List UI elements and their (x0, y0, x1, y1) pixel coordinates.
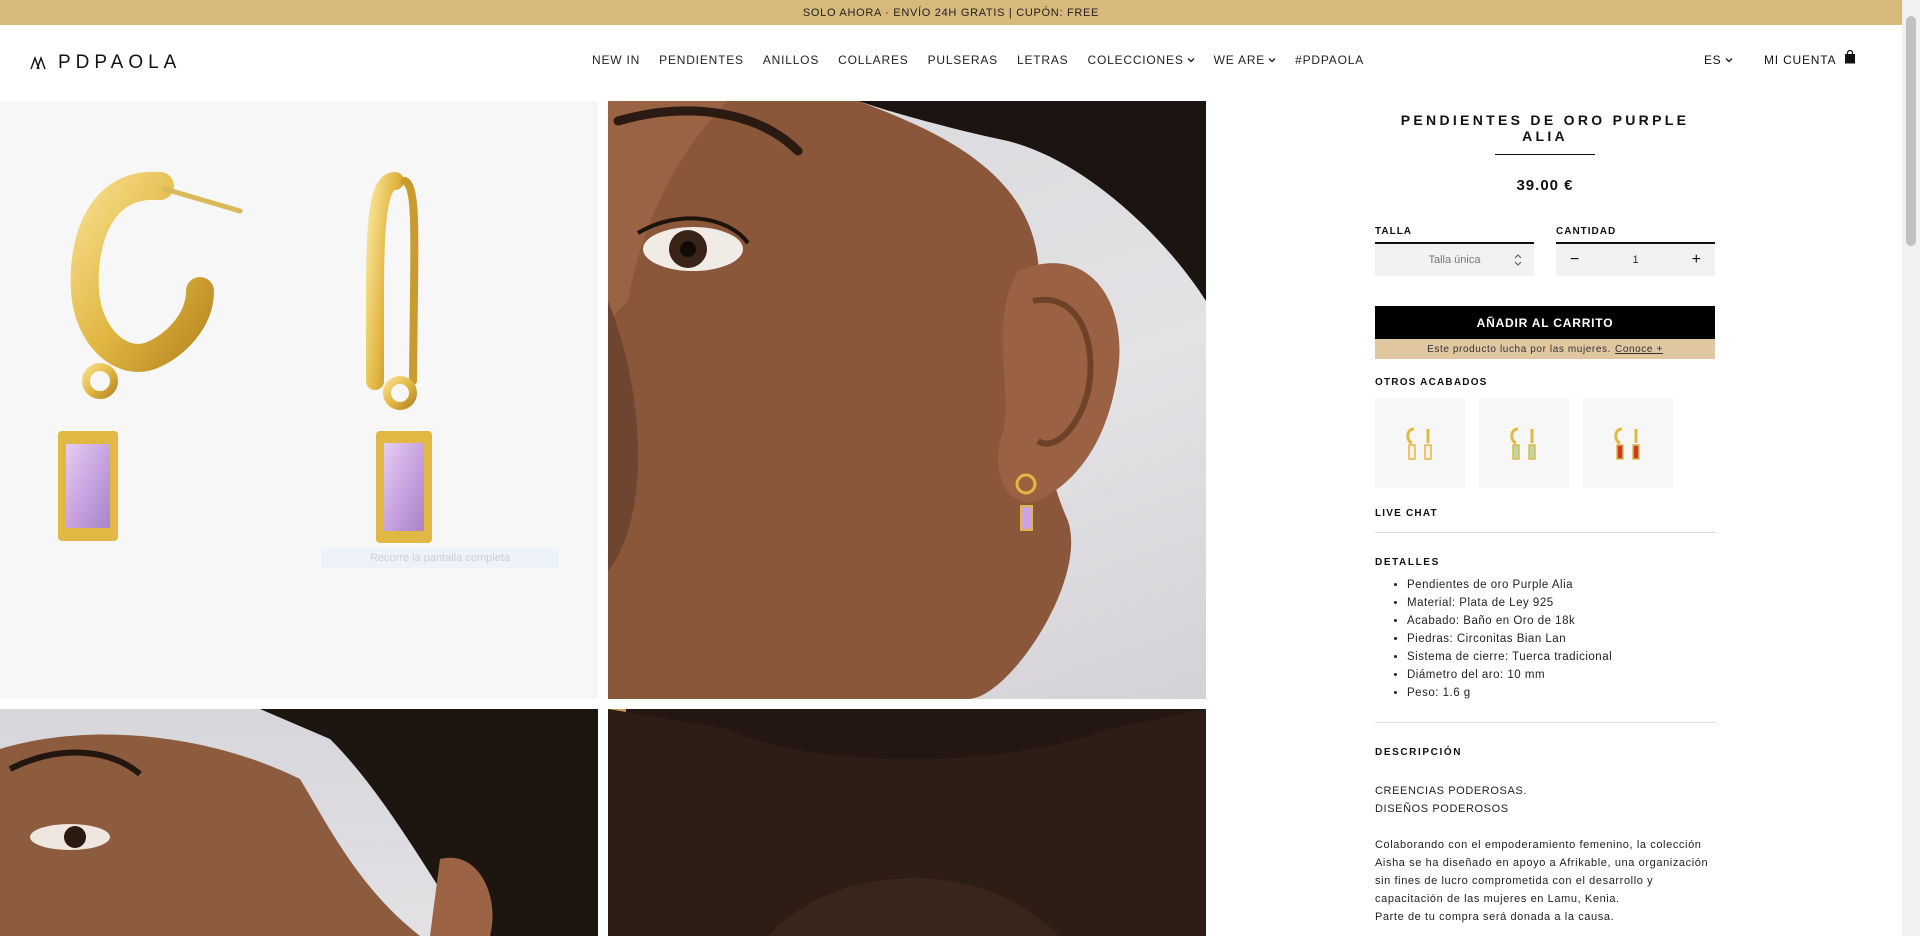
nav-label: #PDPAOLA (1295, 53, 1364, 67)
nav-label: COLECCIONES (1087, 53, 1184, 67)
finish-thumbnail (1406, 427, 1432, 460)
description-paragraph: Colaborando con el empoderamiento femeni… (1375, 839, 1709, 905)
cause-banner: Este producto lucha por las mujeres. Con… (1375, 339, 1715, 359)
nav-item-letras[interactable]: LETRAS (1017, 53, 1068, 67)
nav-label: COLLARES (838, 53, 909, 67)
live-chat-link[interactable]: LIVE CHAT (1375, 508, 1715, 533)
detail-item: Material: Plata de Ley 925 (1407, 594, 1715, 612)
add-to-cart-button[interactable]: AÑADIR AL CARRITO (1375, 306, 1715, 339)
model-side-photo (0, 709, 598, 936)
model-ear-photo (608, 101, 1206, 699)
chevron-down-icon (1725, 58, 1733, 63)
promo-bar: SOLO AHORA · ENVÍO 24H GRATIS | CUPÓN: F… (0, 0, 1902, 25)
model-neck-photo (608, 709, 1206, 936)
language-selector[interactable]: ES (1704, 53, 1733, 67)
nav-label: PENDIENTES (659, 53, 744, 67)
product-price: 39.00 € (1516, 177, 1574, 194)
product-image-model-side[interactable] (0, 709, 598, 936)
nav-item-pdpaola[interactable]: #PDPAOLA (1295, 53, 1364, 67)
nav-label: WE ARE (1213, 53, 1266, 67)
product-options: TALLA Talla única CANTIDAD − 1 + (1375, 226, 1715, 276)
description-line: DISEÑOS PODEROSOS (1375, 803, 1509, 815)
cause-text: Este producto lucha por las mujeres. (1427, 343, 1611, 355)
details-title: DETALLES (1375, 557, 1440, 568)
description-line: CREENCIAS PODEROSAS. (1375, 785, 1527, 797)
nav-item-collares[interactable]: COLLARES (838, 53, 908, 67)
finish-thumbnail (1510, 427, 1536, 460)
nav-item-new-in[interactable]: NEW IN (592, 53, 640, 67)
page-scrollbar[interactable] (1902, 0, 1920, 936)
detail-item: Sistema de cierre: Tuerca tradicional (1407, 648, 1715, 666)
detail-item: Peso: 1.6 g (1407, 684, 1715, 702)
zoom-hint: Recorre la pantalla completa (321, 548, 559, 568)
size-selector: TALLA Talla única (1375, 226, 1534, 276)
size-value: Talla única (1428, 254, 1481, 266)
promo-text: SOLO AHORA · ENVÍO 24H GRATIS | CUPÓN: F… (802, 6, 1100, 19)
finish-option-green[interactable] (1479, 398, 1569, 488)
logo-text: PDPAOLA (58, 52, 182, 73)
cause-link[interactable]: Conoce + (1615, 344, 1663, 355)
detail-item: Acabado: Baño en Oro de 18k (1407, 612, 1715, 630)
shopping-bag-icon[interactable] (1844, 50, 1856, 64)
language-label: ES (1704, 53, 1722, 67)
chevron-down-icon (1268, 58, 1276, 63)
description-body: CREENCIAS PODEROSAS. DISEÑOS PODEROSOS C… (1375, 782, 1715, 926)
detail-item: Piedras: Circonitas Bian Lan (1407, 630, 1715, 648)
main-nav: NEW IN PENDIENTES ANILLOS COLLARES PULSE… (592, 53, 1364, 67)
details-list: Pendientes de oro Purple Alia Material: … (1375, 576, 1715, 723)
nav-item-anillos[interactable]: ANILLOS (763, 53, 819, 67)
scrollbar-thumb[interactable] (1906, 16, 1916, 246)
quantity-increase-button[interactable]: + (1692, 251, 1701, 269)
quantity-label: CANTIDAD (1556, 226, 1715, 244)
nav-label: LETRAS (1017, 53, 1069, 67)
nav-item-pendientes[interactable]: PENDIENTES (659, 53, 744, 67)
product-title: PENDIENTES DE ORO PURPLE ALIA (1400, 112, 1690, 144)
finish-option-white[interactable] (1375, 398, 1465, 488)
description-paragraph: Parte de tu compra será donada a la caus… (1375, 911, 1615, 923)
product-info: PENDIENTES DE ORO PURPLE ALIA 39.00 € TA… (1375, 101, 1715, 926)
product-image-model-neck[interactable] (608, 709, 1206, 936)
finish-option-red[interactable] (1583, 398, 1673, 488)
site-header: PDPAOLA NEW IN PENDIENTES ANILLOS COLLAR… (0, 25, 1902, 101)
size-select[interactable]: Talla única (1375, 244, 1534, 276)
earrings-illustration (58, 171, 432, 543)
nav-label: ANILLOS (762, 53, 820, 67)
description-title: DESCRIPCIÓN (1375, 747, 1463, 758)
size-label: TALLA (1375, 226, 1534, 244)
nav-item-we-are[interactable]: WE ARE (1214, 53, 1276, 67)
nav-label: NEW IN (592, 53, 641, 67)
logo-mark-icon (30, 56, 46, 70)
quantity-decrease-button[interactable]: − (1570, 251, 1579, 269)
quantity-value[interactable]: 1 (1632, 254, 1638, 266)
nav-item-pulseras[interactable]: PULSERAS (928, 53, 998, 67)
other-finishes-list (1375, 398, 1715, 488)
select-arrows-icon (1514, 254, 1522, 266)
product-image-model-ear[interactable] (608, 101, 1206, 699)
account-link[interactable]: MI CUENTA (1764, 53, 1836, 67)
nav-item-colecciones[interactable]: COLECCIONES (1087, 53, 1195, 67)
detail-item: Pendientes de oro Purple Alia (1407, 576, 1715, 594)
quantity-stepper: − 1 + (1556, 244, 1715, 276)
detail-item: Diámetro del aro: 10 mm (1407, 666, 1715, 684)
nav-label: PULSERAS (927, 53, 998, 67)
chevron-down-icon (1187, 58, 1195, 63)
other-finishes-label: OTROS ACABADOS (1375, 377, 1488, 388)
title-divider (1495, 154, 1595, 155)
finish-thumbnail (1614, 427, 1640, 460)
product-image-earrings[interactable]: Recorre la pantalla completa (0, 101, 598, 699)
logo[interactable]: PDPAOLA (30, 52, 181, 74)
quantity-selector: CANTIDAD − 1 + (1556, 226, 1715, 276)
